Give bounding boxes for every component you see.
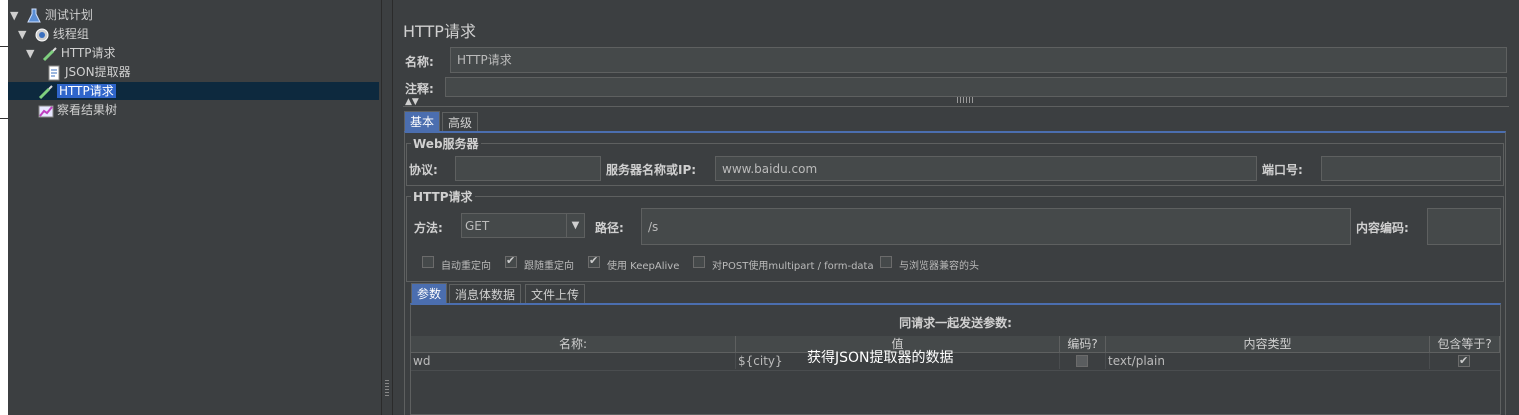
encode-checkbox[interactable] — [1076, 355, 1088, 367]
expand-arrow-icon[interactable]: ▼ — [26, 45, 38, 63]
tab-files-upload[interactable]: 文件上传 — [525, 284, 586, 304]
panel-title: HTTP请求 — [403, 22, 476, 41]
include-equals-checkbox[interactable] — [1458, 353, 1470, 369]
chart-icon — [38, 103, 54, 119]
flask-icon — [26, 8, 42, 24]
server-label: 服务器名称或IP: — [606, 163, 697, 177]
chevron-down-icon[interactable]: ▼ — [566, 214, 584, 237]
window-edge — [0, 0, 8, 415]
server-input[interactable]: www.baidu.com — [715, 156, 1257, 181]
multipart-label: 对POST使用multipart / form-data — [712, 261, 874, 272]
tree-item-http-request-1[interactable]: ▼ HTTP请求 — [26, 44, 116, 62]
column-header-encode[interactable]: 编码? — [1060, 336, 1106, 353]
auto-redirect-label: 自动重定向 — [441, 261, 491, 272]
method-label: 方法: — [414, 221, 443, 235]
http-request-panel: HTTP请求 名称: HTTP请求 注释: ▲▼ 基本 高级 Web服务器 协议… — [393, 0, 1519, 415]
parameters-table: 同请求一起发送参数: 名称: 值 编码? 内容类型 包含等于? wd ${cit… — [410, 303, 1501, 415]
tree-item-view-results-tree[interactable]: 察看结果树 — [38, 101, 117, 119]
path-input[interactable]: /s — [641, 208, 1351, 245]
web-server-title: Web服务器 — [411, 135, 481, 152]
comment-label: 注释: — [405, 82, 434, 96]
port-label: 端口号: — [1262, 163, 1303, 177]
browser-headers-checkbox[interactable] — [880, 256, 892, 268]
test-plan-tree: ▼ 测试计划 ▼ 线程组 ▼ HTTP请求 JSON提取器 HTTP请求 察看结… — [8, 0, 381, 415]
expand-arrow-icon[interactable]: ▼ — [18, 26, 30, 44]
keepalive-checkbox[interactable] — [588, 254, 600, 268]
name-label: 名称: — [405, 55, 434, 69]
annotation-text: 获得JSON提取器的数据 — [807, 350, 954, 366]
table-caption: 同请求一起发送参数: — [899, 316, 1012, 330]
cell-encode[interactable] — [1060, 353, 1106, 369]
split-pane-divider[interactable] — [381, 0, 393, 415]
method-select[interactable]: GET ▼ — [461, 213, 585, 238]
follow-redirects-checkbox[interactable] — [505, 254, 517, 268]
tree-item-test-plan[interactable]: ▼ 测试计划 — [10, 6, 93, 24]
multipart-checkbox[interactable] — [693, 256, 705, 268]
tab-parameters[interactable]: 参数 — [411, 283, 448, 303]
tab-body-data[interactable]: 消息体数据 — [449, 284, 522, 304]
tab-basic[interactable]: 基本 — [404, 111, 441, 131]
http-request-title: HTTP请求 — [411, 188, 475, 205]
cell-include-equals[interactable] — [1430, 353, 1500, 369]
name-field[interactable]: HTTP请求 — [450, 47, 1507, 73]
content-encoding-input[interactable] — [1427, 208, 1501, 245]
gear-icon — [34, 27, 50, 43]
port-input[interactable] — [1321, 156, 1501, 181]
path-label: 路径: — [595, 221, 624, 235]
pipette-icon — [42, 46, 58, 62]
method-value: GET — [465, 219, 490, 233]
drag-handle[interactable] — [385, 380, 389, 398]
pipette-icon — [38, 84, 54, 100]
tree-item-json-extractor[interactable]: JSON提取器 — [46, 63, 131, 81]
protocol-label: 协议: — [409, 163, 438, 177]
keepalive-label: 使用 KeepAlive — [607, 261, 680, 272]
tree-item-http-request-2[interactable]: HTTP请求 — [8, 82, 379, 100]
column-header-include-equals[interactable]: 包含等于? — [1430, 336, 1500, 353]
protocol-input[interactable] — [455, 156, 601, 181]
column-header-name[interactable]: 名称: — [411, 336, 736, 353]
expand-arrow-icon[interactable]: ▼ — [10, 7, 22, 25]
tree-item-thread-group[interactable]: ▼ 线程组 — [18, 25, 89, 43]
tab-advanced[interactable]: 高级 — [442, 112, 479, 132]
auto-redirect-checkbox[interactable] — [422, 256, 434, 268]
cell-name[interactable]: wd — [411, 353, 736, 369]
cell-content-type[interactable]: text/plain — [1106, 353, 1430, 369]
resize-grip-icon[interactable] — [957, 97, 975, 103]
column-header-content-type[interactable]: 内容类型 — [1106, 336, 1430, 353]
browser-headers-label: 与浏览器兼容的头 — [899, 261, 979, 272]
comment-field[interactable] — [445, 77, 1507, 97]
table-row[interactable]: wd ${city} text/plain — [411, 353, 1500, 371]
document-icon — [46, 65, 62, 81]
follow-redirects-label: 跟随重定向 — [524, 261, 574, 272]
separator — [403, 106, 1509, 107]
content-encoding-label: 内容编码: — [1356, 221, 1409, 235]
